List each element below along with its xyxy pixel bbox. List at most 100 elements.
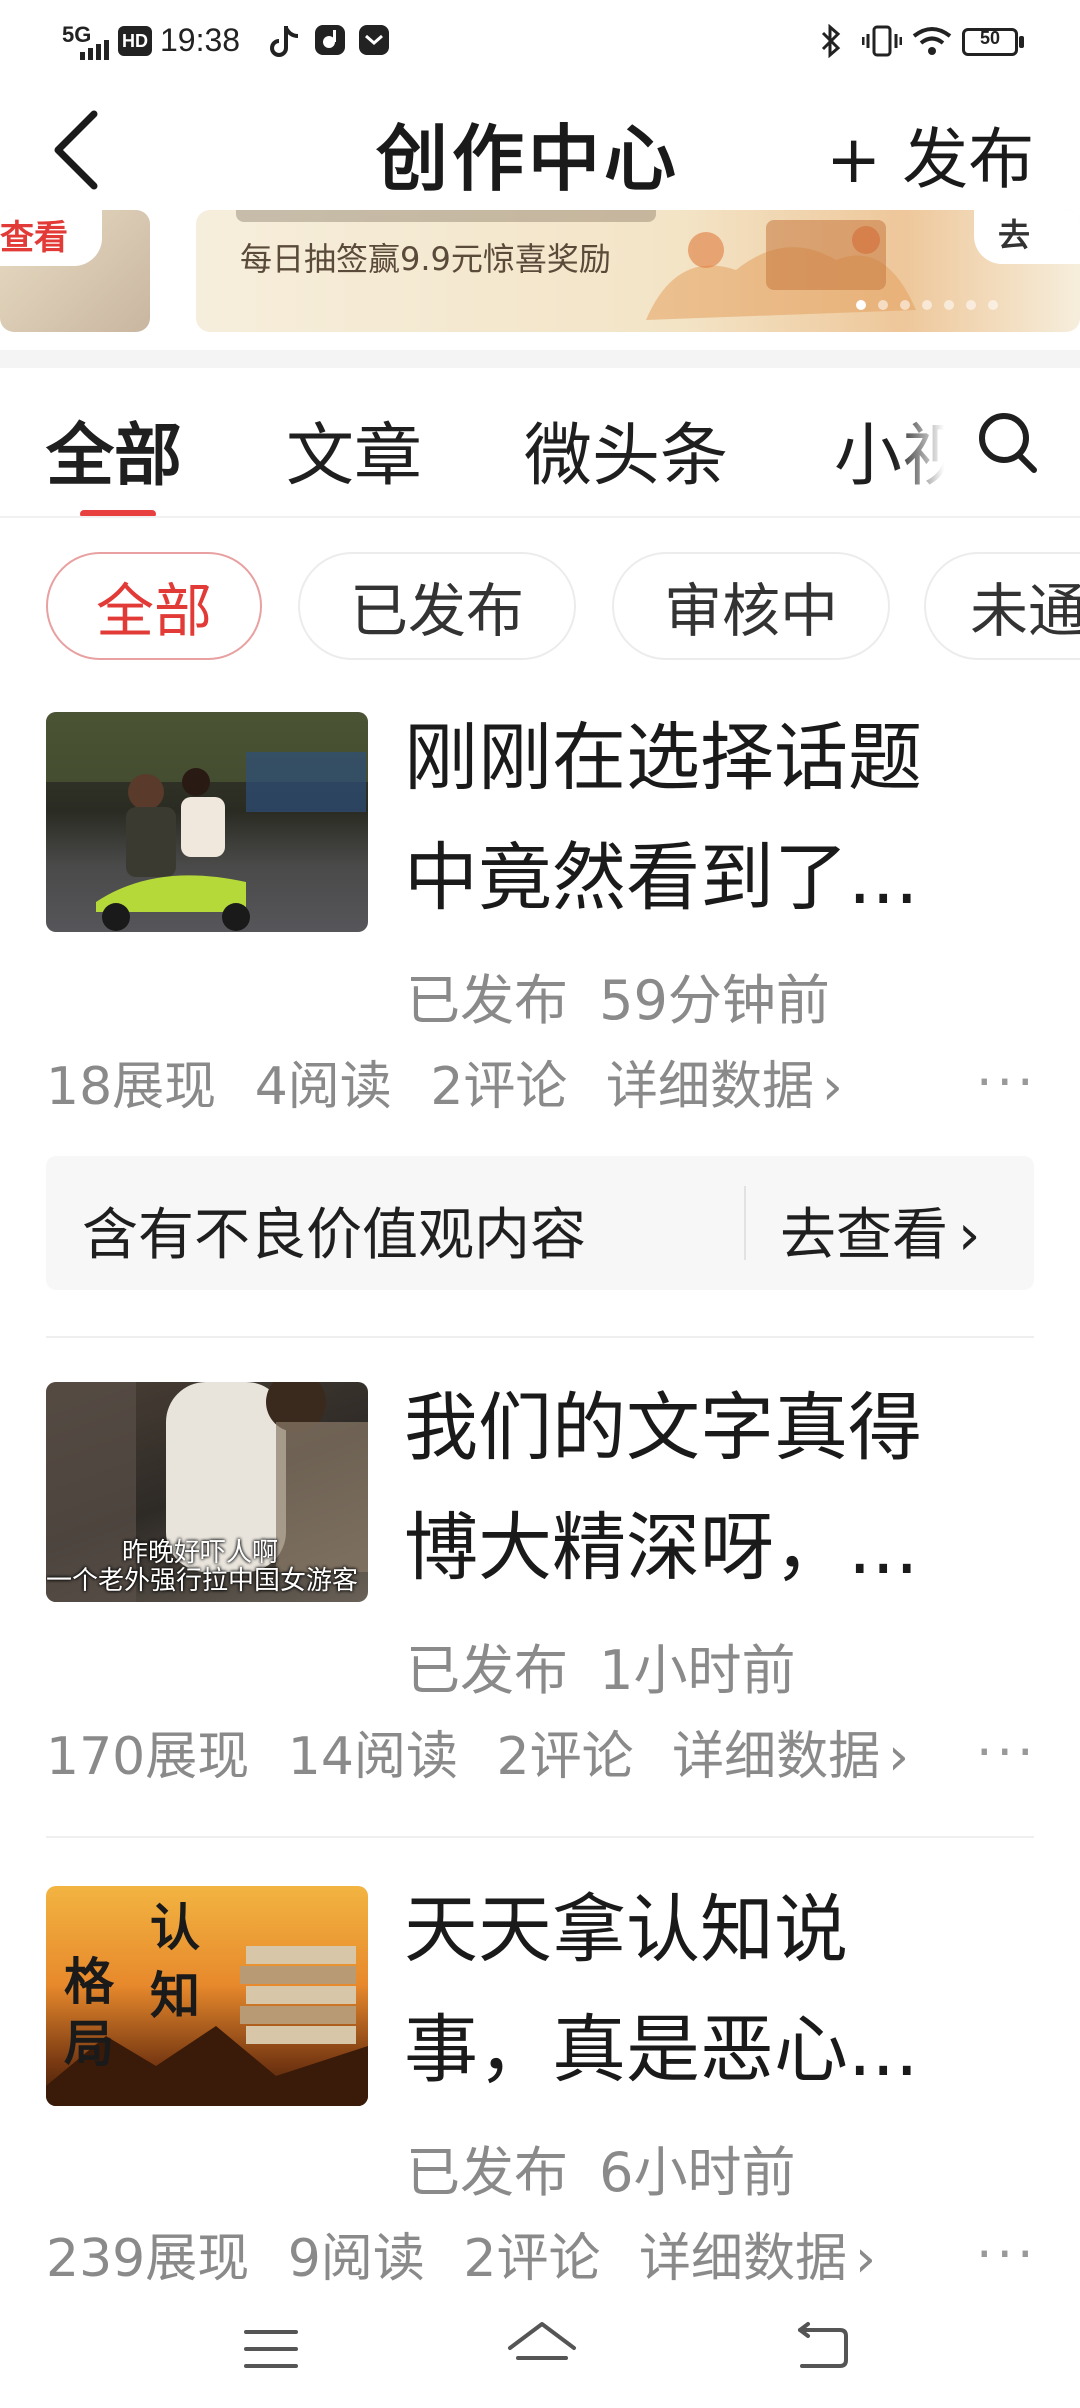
carousel-dot <box>878 300 888 310</box>
chevron-right-icon: › <box>888 1727 909 1787</box>
publish-status: 已发布 <box>406 969 568 1032</box>
battery-level: 50 <box>979 28 1001 48</box>
search-icon[interactable] <box>976 408 1040 478</box>
article-status: 已发布 59分钟前 <box>406 956 830 1035</box>
banner-illustration <box>646 220 916 320</box>
banner-card-main[interactable]: 每日抽签赢9.9元惊喜奖励 去 <box>196 210 1080 332</box>
wifi-icon <box>912 27 952 55</box>
warning-text: 含有不良价值观内容 <box>82 1203 586 1268</box>
warning-banner[interactable]: 含有不良价值观内容 去查看 › <box>46 1156 1034 1290</box>
thumbnail-text-ren: 认 <box>150 1899 200 1957</box>
tab-videos[interactable]: 小视 <box>834 400 944 499</box>
details-link[interactable]: 详细数据 › <box>639 2229 876 2289</box>
menu-icon[interactable] <box>242 2324 300 2374</box>
article-title-line1: 天天拿认知说 <box>404 1887 848 1973</box>
more-options-icon[interactable]: ... <box>976 1708 1038 1768</box>
banner-subtitle: 每日抽签赢9.9元惊喜奖励 <box>240 240 611 278</box>
content-tabs: 全部 文章 微头条 小视 <box>0 368 1080 518</box>
more-options-icon[interactable]: ... <box>976 2210 1038 2270</box>
article-card-3[interactable]: 格 局 认 知 天天拿认知说 事，真是恶心... 已发布 6小时前 239展现 … <box>0 1872 1080 2289</box>
warning-divider <box>744 1186 746 1260</box>
article-stats: 170展现 14阅读 2评论 详细数据 › <box>46 1714 909 1789</box>
carousel-dots <box>856 300 998 310</box>
carousel-dot <box>988 300 998 310</box>
thumbnail-text-ju: 局 <box>64 2015 114 2073</box>
page-title: 创作中心 <box>376 117 681 201</box>
article-thumbnail <box>46 712 368 932</box>
status-filter-bar: 全部 已发布 审核中 未通 <box>0 552 1080 664</box>
filter-chip-published[interactable]: 已发布 <box>298 552 576 660</box>
banner-title-fragment <box>236 210 656 222</box>
article-title-line2: 中竟然看到了... <box>404 835 919 921</box>
thumbnail-scene <box>46 712 368 931</box>
list-divider <box>46 1336 1034 1338</box>
article-card-1[interactable]: 刚刚在选择话题 中竟然看到了... 已发布 59分钟前 18展现 4阅读 2评论… <box>0 700 1080 1320</box>
article-status: 已发布 1小时前 <box>406 1626 796 1705</box>
reads-count: 14阅读 <box>287 1727 458 1787</box>
music-app-icon <box>315 25 345 55</box>
article-thumbnail: 昨晚好吓人啊 一个老外强行拉中国女游客 <box>46 1382 368 1602</box>
more-options-icon[interactable]: ... <box>976 1038 1038 1098</box>
clock: 19:38 <box>160 22 241 58</box>
article-thumbnail: 格 局 认 知 <box>46 1886 368 2106</box>
article-title-line1: 刚刚在选择话题 <box>404 715 922 801</box>
chevron-right-icon: › <box>855 2229 876 2289</box>
message-app-icon <box>359 25 389 55</box>
back-nav-icon[interactable] <box>792 2320 852 2376</box>
banner-carousel[interactable]: 查看 每日抽签赢9.9元惊喜奖励 去 <box>0 210 1080 370</box>
view-warning-link[interactable]: 去查看 › <box>780 1190 980 1271</box>
banner-right-button[interactable]: 去 <box>974 210 1080 264</box>
filter-chip-reviewing[interactable]: 审核中 <box>612 552 890 660</box>
thumbnail-text-zhi: 知 <box>150 1967 200 2025</box>
article-title-line1: 我们的文字真得 <box>404 1385 922 1471</box>
status-bar: 5G HD 19:38 50 <box>0 0 1080 84</box>
article-title-line2: 博大精深呀，... <box>404 1505 919 1591</box>
tiktok-icon <box>270 26 299 57</box>
article-status: 已发布 6小时前 <box>406 2128 796 2207</box>
filter-chip-all[interactable]: 全部 <box>46 552 262 660</box>
system-nav-bar <box>0 2300 1080 2408</box>
publish-status: 已发布 <box>406 1639 568 1702</box>
details-link[interactable]: 详细数据 › <box>672 1727 909 1787</box>
publish-time: 59分钟前 <box>599 969 830 1032</box>
publish-time: 6小时前 <box>599 2141 796 2204</box>
home-icon[interactable] <box>504 2318 580 2376</box>
battery-tip <box>1019 36 1024 48</box>
carousel-dot <box>900 300 910 310</box>
tab-articles[interactable]: 文章 <box>286 400 422 499</box>
tab-all[interactable]: 全部 <box>46 400 182 499</box>
tab-micro-posts[interactable]: 微头条 <box>524 400 728 499</box>
comments-count: 2评论 <box>463 2229 601 2289</box>
article-card-2[interactable]: 昨晚好吓人啊 一个老外强行拉中国女游客 我们的文字真得 博大精深呀，... 已发… <box>0 1370 1080 1787</box>
details-link[interactable]: 详细数据 › <box>606 1057 843 1117</box>
section-gap <box>0 350 1080 368</box>
reads-count: 9阅读 <box>287 2229 425 2289</box>
chevron-right-icon: › <box>821 1057 843 1117</box>
banner-card-left[interactable]: 查看 <box>0 210 150 332</box>
app-header: 创作中心 + 发布 <box>0 84 1080 210</box>
publish-button[interactable]: + 发布 <box>826 106 1034 202</box>
carousel-dot-active <box>856 300 866 310</box>
comments-count: 2评论 <box>430 1057 568 1117</box>
list-divider <box>46 1836 1034 1838</box>
carousel-dot <box>922 300 932 310</box>
article-title-line2: 事，真是恶心... <box>404 2007 919 2093</box>
article-stats: 239展现 9阅读 2评论 详细数据 › <box>46 2216 876 2291</box>
article-stats: 18展现 4阅读 2评论 详细数据 › <box>46 1044 843 1119</box>
vibrate-icon <box>862 25 902 57</box>
thumbnail-caption-2: 一个老外强行拉中国女游客 <box>46 1566 359 1596</box>
reads-count: 4阅读 <box>254 1057 392 1117</box>
impressions-count: 239展现 <box>46 2229 250 2289</box>
back-arrow-icon[interactable] <box>48 108 104 192</box>
publish-time: 1小时前 <box>599 1639 796 1702</box>
publish-status: 已发布 <box>406 2141 568 2204</box>
carousel-dot <box>944 300 954 310</box>
signal-icon <box>80 40 109 60</box>
battery-icon: 50 <box>962 28 1018 56</box>
impressions-count: 170展现 <box>46 1727 250 1787</box>
chevron-right-icon: › <box>958 1203 981 1268</box>
filter-chip-rejected[interactable]: 未通 <box>924 552 1080 660</box>
carousel-dot <box>966 300 976 310</box>
hd-icon: HD <box>118 26 152 56</box>
comments-count: 2评论 <box>496 1727 634 1787</box>
